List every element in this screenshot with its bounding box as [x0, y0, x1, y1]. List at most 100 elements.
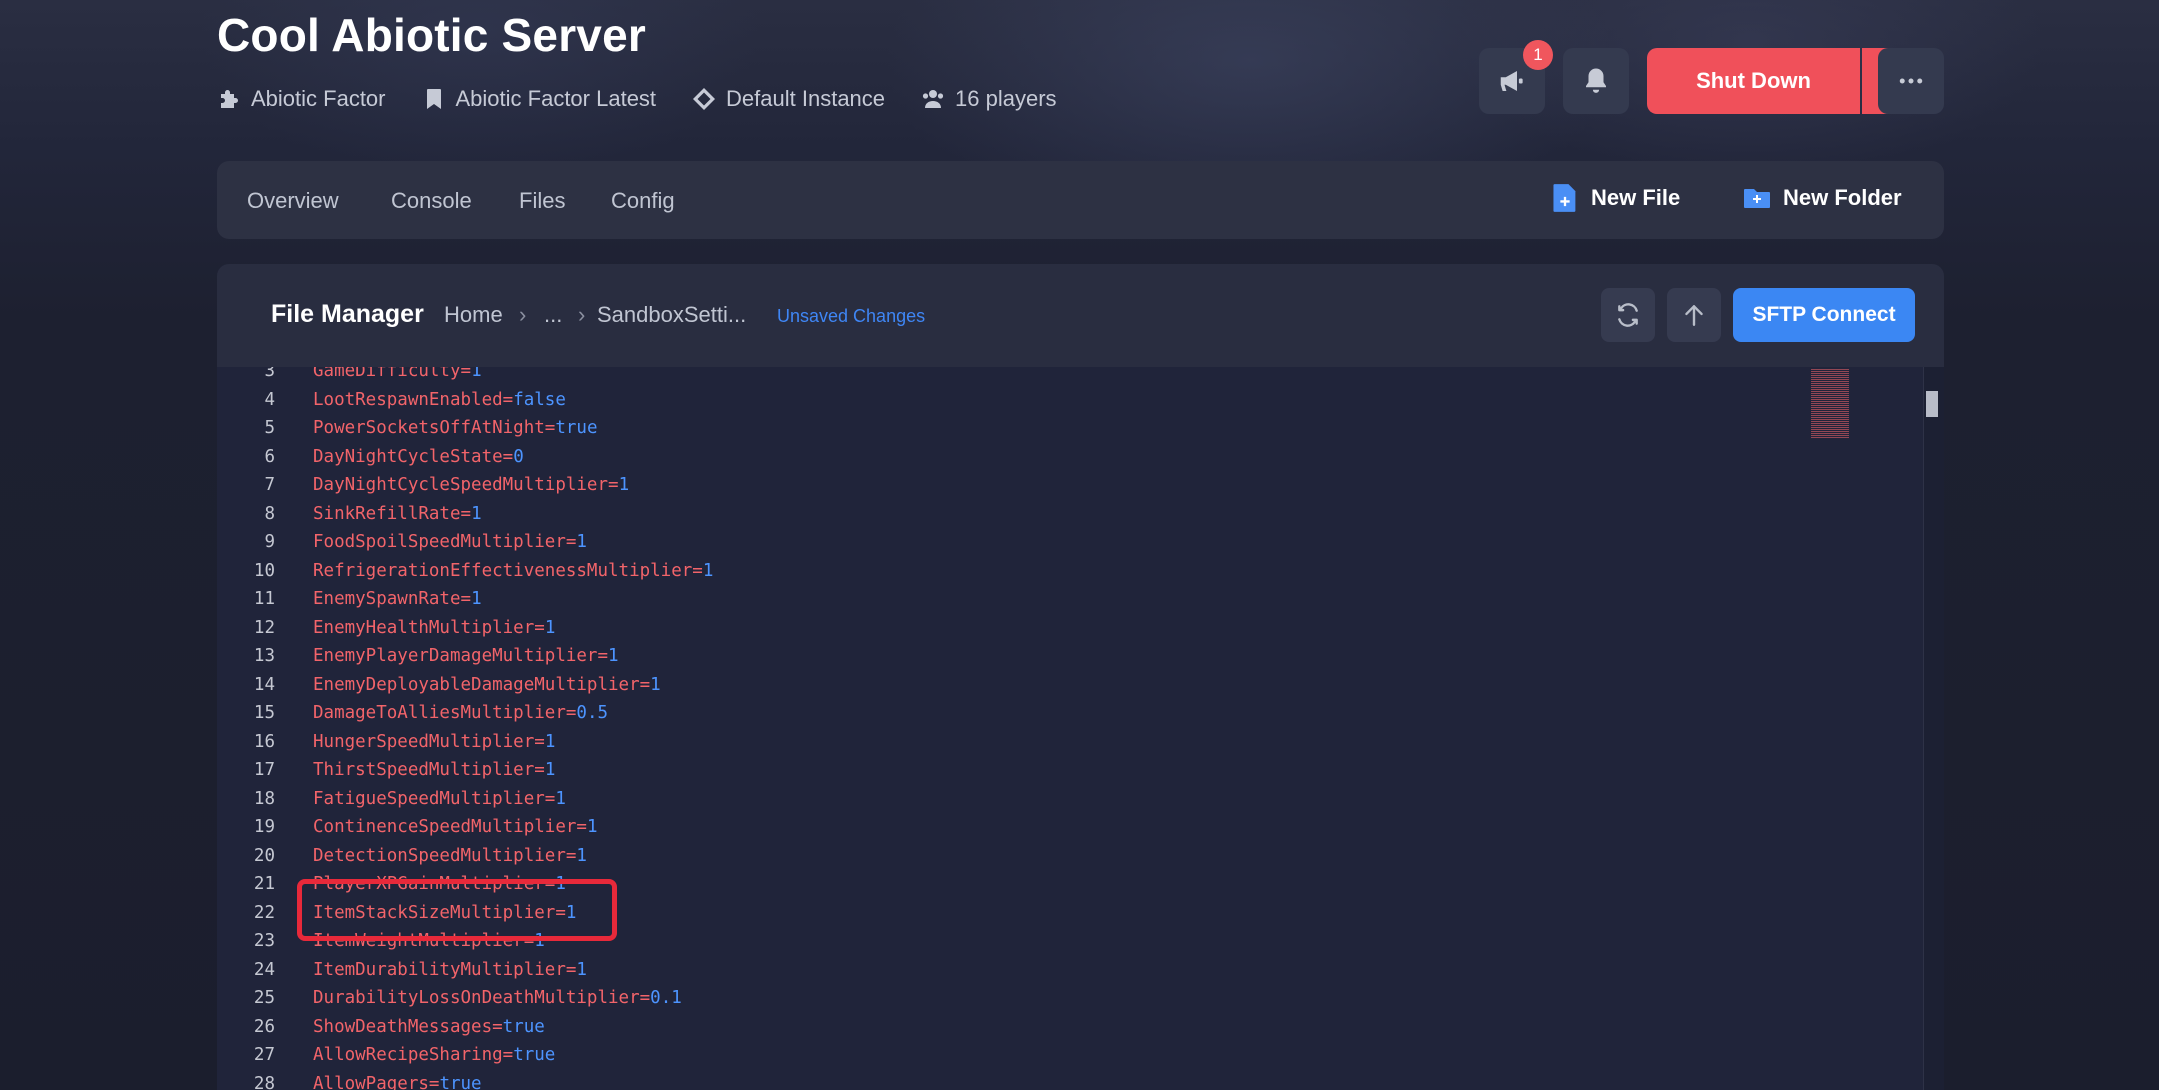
line-number: 27 [253, 1045, 275, 1065]
shutdown-button[interactable]: Shut Down [1647, 48, 1860, 114]
users-icon [922, 90, 944, 108]
arrow-up-icon [1685, 305, 1703, 326]
setting-value: 1 [576, 959, 587, 980]
line-number: 4 [264, 389, 275, 410]
setting-key: RefrigerationEffectivenessMultiplier [313, 560, 693, 581]
parent-directory-button[interactable] [1667, 288, 1721, 342]
diamond-icon [693, 88, 716, 110]
line-code: ItemDurabilityMultiplier=1 [313, 956, 587, 984]
line-code: DayNightCycleState=0 [313, 443, 524, 471]
line-number: 24 [253, 959, 275, 980]
setting-key: DetectionSpeedMultiplier [313, 845, 566, 866]
ellipsis-icon [1899, 78, 1923, 84]
setting-key: DayNightCycleSpeedMultiplier [313, 475, 609, 495]
meta-version-label: Abiotic Factor Latest [455, 86, 657, 111]
code-editor[interactable]: 3 GameDifficulty=1 4 LootRespawnEnabled=fal… [217, 367, 1944, 1090]
setting-value: true [439, 1073, 482, 1090]
equals-sign: = [597, 646, 609, 666]
line-number: 20 [253, 845, 275, 866]
server-meta: Abiotic Factor Abiotic Factor Latest Def… [217, 86, 1057, 112]
line-code: GameDifficulty=1 [313, 367, 482, 385]
line-number: 6 [264, 446, 275, 467]
setting-value: 1 [471, 367, 482, 381]
equals-sign: = [608, 475, 619, 495]
tab-files[interactable]: Files [519, 188, 565, 214]
equals-sign: = [534, 731, 545, 752]
equals-sign: = [460, 367, 472, 381]
line-number: 9 [264, 532, 275, 552]
breadcrumb-home[interactable]: Home [444, 302, 503, 328]
line-code: FoodSpoilSpeedMultiplier=1 [313, 528, 587, 556]
file-plus-icon [1553, 184, 1576, 212]
equals-sign: = [565, 532, 577, 552]
breadcrumb-separator: › [519, 302, 527, 327]
line-number: 25 [253, 988, 275, 1008]
setting-value: 1 [576, 845, 587, 866]
line-number: 11 [253, 589, 275, 609]
setting-value: 1 [618, 475, 630, 495]
meta-players: 16 players [921, 86, 1057, 112]
more-options-button[interactable] [1878, 48, 1944, 114]
line-number: 17 [253, 760, 275, 780]
megaphone-icon [1500, 71, 1523, 91]
breadcrumb-current[interactable]: SandboxSetti... [597, 302, 746, 328]
editor-minimap[interactable] [1811, 369, 1849, 439]
line-number: 28 [253, 1073, 275, 1090]
line-number: 13 [253, 646, 275, 666]
setting-value: false [513, 389, 566, 410]
setting-key: PowerSocketsOffAtNight [313, 418, 545, 438]
equals-sign: = [544, 418, 556, 438]
announcements-button[interactable]: 1 [1479, 40, 1553, 114]
setting-value: 0 [513, 446, 524, 467]
setting-value: 1 [608, 646, 619, 666]
line-number: 15 [253, 703, 275, 723]
line-code: EnemyPlayerDamageMultiplier=1 [313, 642, 619, 670]
setting-key: FoodSpoilSpeedMultiplier [313, 532, 566, 552]
line-code: SinkRefillRate=1 [313, 500, 482, 528]
tab-console[interactable]: Console [391, 188, 472, 214]
setting-key: EnemyPlayerDamageMultiplier [313, 646, 598, 666]
line-code: DamageToAlliesMultiplier=0.5 [313, 699, 608, 727]
line-code: LootRespawnEnabled=false [313, 386, 566, 414]
setting-key: HungerSpeedMultiplier [313, 731, 535, 752]
line-number: 14 [253, 674, 275, 695]
setting-value: 1 [555, 788, 566, 809]
line-code: AllowPagers=true [313, 1070, 482, 1090]
tab-overview[interactable]: Overview [247, 188, 339, 214]
new-folder-button[interactable]: New Folder [1743, 183, 1902, 213]
setting-key: DayNightCycleState [313, 446, 503, 467]
line-code: EnemyHealthMultiplier=1 [313, 614, 555, 642]
equals-sign: = [460, 503, 472, 524]
setting-key: LootRespawnEnabled [313, 389, 503, 410]
setting-key: GameDifficulty [313, 367, 461, 381]
tab-config[interactable]: Config [611, 188, 675, 214]
breadcrumb-ellipsis[interactable]: ... [544, 302, 562, 328]
notification-badge: 1 [1523, 40, 1553, 70]
meta-players-label: 16 players [955, 86, 1057, 111]
file-manager-header: File Manager Home › ... › SandboxSetti..… [217, 264, 1944, 368]
new-file-button[interactable]: New File [1551, 183, 1680, 213]
line-number: 26 [253, 1016, 275, 1037]
unsaved-changes-indicator[interactable]: Unsaved Changes [777, 306, 925, 327]
file-manager-panel: File Manager Home › ... › SandboxSetti..… [217, 264, 1944, 1090]
refresh-button[interactable] [1601, 288, 1655, 342]
sftp-connect-button[interactable]: SFTP Connect [1733, 288, 1915, 342]
setting-key: DurabilityLossOnDeathMultiplier [313, 988, 640, 1008]
equals-sign: = [565, 959, 577, 980]
setting-key: DamageToAlliesMultiplier [313, 703, 566, 723]
editor-scrollbar[interactable] [1923, 367, 1944, 1090]
setting-value: 1 [471, 503, 482, 524]
equals-sign: = [534, 760, 545, 780]
line-number: 22 [253, 902, 275, 923]
line-code: HungerSpeedMultiplier=1 [313, 728, 555, 756]
notifications-button[interactable] [1563, 48, 1629, 114]
line-code: EnemySpawnRate=1 [313, 585, 482, 613]
setting-key: FatigueSpeedMultiplier [313, 788, 545, 809]
setting-key: AllowPagers [313, 1073, 429, 1090]
line-code: FatigueSpeedMultiplier=1 [313, 785, 566, 813]
equals-sign: = [502, 389, 514, 410]
equals-sign: = [534, 617, 545, 638]
setting-value: 1 [544, 731, 556, 752]
editor-scrollbar-thumb[interactable] [1926, 391, 1938, 417]
setting-key: EnemySpawnRate [313, 589, 461, 609]
